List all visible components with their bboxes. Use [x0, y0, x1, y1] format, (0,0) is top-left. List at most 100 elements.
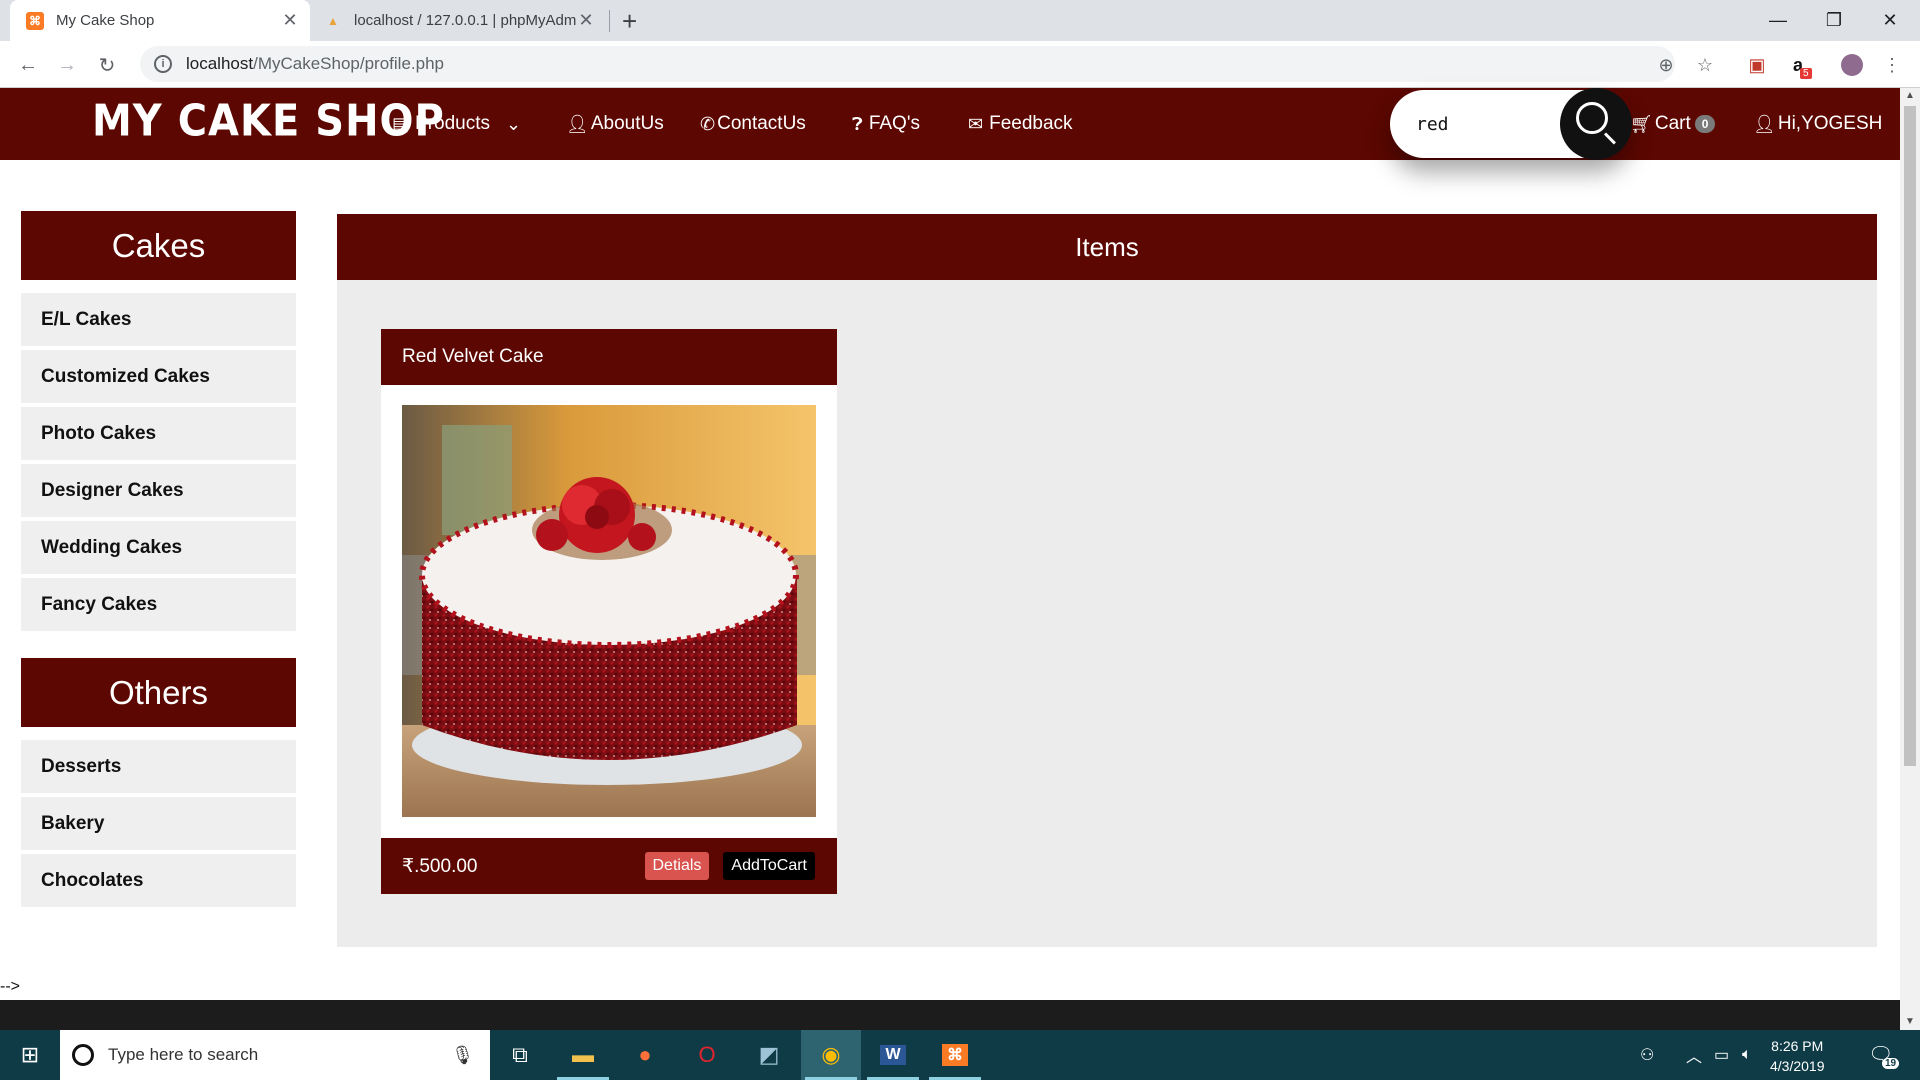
battery-icon[interactable]: ▭ [1714, 1030, 1729, 1080]
url-path: /MyCakeShop/profile.php [253, 54, 444, 73]
search-input[interactable] [1416, 110, 1556, 138]
stray-comment-text: --> [0, 978, 20, 995]
sidebar-item-photo-cakes[interactable]: Photo Cakes [21, 407, 296, 460]
forward-arrow-icon[interactable]: → [53, 51, 81, 79]
details-button[interactable]: Detials [644, 852, 710, 880]
product-card: Red Velvet Cake ₹.500.00 Detials AddToCa… [381, 329, 837, 894]
windows-start-icon[interactable]: ⊞ [0, 1030, 60, 1080]
sidebar-item-fancy-cakes[interactable]: Fancy Cakes [21, 578, 296, 631]
site-info-icon[interactable]: i [154, 55, 172, 73]
items-heading: Items [337, 214, 1877, 280]
profile-avatar[interactable] [1840, 53, 1864, 77]
tray-chevron-up-icon[interactable]: ︿ [1686, 1030, 1702, 1080]
zoom-icon[interactable]: ⊕ [1654, 53, 1678, 77]
address-bar[interactable]: i localhost/MyCakeShop/profile.php [140, 46, 1675, 82]
sidebar-item-wedding-cakes[interactable]: Wedding Cakes [21, 521, 296, 574]
menu-kebab-icon[interactable]: ⋮ [1880, 53, 1904, 77]
url-host: localhost [186, 54, 254, 73]
product-footer: ₹.500.00 Detials AddToCart [381, 838, 837, 894]
tab-title: localhost / 127.0.0.1 | phpMyAdm [354, 12, 576, 29]
phpmyadmin-favicon-icon: ▲ [327, 13, 339, 28]
word-icon[interactable]: W [863, 1030, 923, 1080]
restore-icon[interactable]: ❐ [1806, 0, 1862, 41]
notification-count-badge: 19 [1882, 1058, 1900, 1069]
phone-icon: ✆ [700, 113, 716, 134]
opera-icon[interactable]: O [677, 1030, 737, 1080]
page-scrollbar[interactable]: ▲ ▼ [1900, 88, 1920, 1030]
tab-close-icon[interactable]: ✕ [280, 10, 300, 31]
clock-time: 8:26 PM [1771, 1038, 1824, 1054]
xampp-favicon-icon: ⌘ [26, 11, 44, 30]
search-button[interactable] [1560, 88, 1632, 160]
user-icon: 👤︎ [1753, 113, 1776, 134]
nav-faq[interactable]: ❓︎ FAQ's [852, 113, 920, 135]
sidebar-item-customized-cakes[interactable]: Customized Cakes [21, 350, 296, 403]
scroll-thumb[interactable] [1904, 106, 1916, 766]
cart-icon: 🛒︎ [1630, 113, 1653, 134]
new-tab-icon[interactable]: + [622, 6, 637, 37]
sidebar-item-chocolates[interactable]: Chocolates [21, 854, 296, 907]
user-greeting: Hi,YOGESH [1777, 113, 1883, 134]
cortana-icon [72, 1044, 94, 1066]
clock-date: 4/3/2019 [1770, 1058, 1825, 1074]
file-explorer-icon[interactable]: ▬ [553, 1030, 613, 1080]
notepad-icon[interactable]: ◩ [739, 1030, 799, 1080]
site-header: MY CAKE SHOP ▤ Products ⌄ 👤︎ AboutUs ✆ C… [0, 88, 1900, 160]
nav-user[interactable]: 👤︎ Hi,YOGESH [1753, 113, 1882, 135]
nav-contact[interactable]: ✆ ContactUs [700, 113, 806, 135]
microphone-icon[interactable]: 🎙︎ [451, 1045, 474, 1066]
xampp-icon[interactable]: ⌘ [925, 1030, 985, 1080]
sidebar-item-el-cakes[interactable]: E/L Cakes [21, 293, 296, 346]
browser-toolbar: ← → ↻ i localhost/MyCakeShop/profile.php… [0, 41, 1920, 88]
product-image[interactable] [402, 405, 816, 817]
add-to-cart-button[interactable]: AddToCart [723, 852, 815, 880]
tab-title: My Cake Shop [56, 12, 155, 29]
people-icon[interactable]: ⚇ [1640, 1030, 1654, 1080]
nav-cart[interactable]: 🛒︎ Cart 0 [1630, 113, 1716, 135]
product-price: ₹.500.00 [402, 855, 478, 877]
nav-faq-label: FAQ's [868, 113, 920, 134]
bookmark-star-icon[interactable]: ☆ [1693, 53, 1717, 77]
tab-divider [609, 10, 610, 32]
nav-about[interactable]: 👤︎ AboutUs [566, 113, 664, 135]
items-panel: Items Red Velvet Cake ₹.500.00 Detials A… [337, 214, 1877, 947]
scroll-up-icon[interactable]: ▲ [1905, 90, 1915, 101]
nav-feedback-label: Feedback [989, 113, 1073, 134]
red-velvet-cake-image [402, 405, 816, 817]
minimize-icon[interactable]: — [1750, 0, 1806, 41]
sidebar-item-bakery[interactable]: Bakery [21, 797, 296, 850]
cakes-heading: Cakes [21, 211, 296, 280]
question-circle-icon: ❓︎ [852, 113, 863, 134]
nav-feedback[interactable]: ✉ Feedback [968, 113, 1073, 135]
chrome-icon[interactable]: ◉ [801, 1030, 861, 1080]
category-sidebar: Cakes E/L Cakes Customized Cakes Photo C… [21, 211, 296, 911]
back-arrow-icon[interactable]: ← [14, 51, 42, 79]
reload-icon[interactable]: ↻ [93, 51, 121, 79]
nav-about-label: AboutUs [590, 113, 664, 134]
nav-cart-label: Cart [1654, 113, 1691, 134]
search-icon [1576, 102, 1608, 134]
window-close-icon[interactable]: ✕ [1862, 0, 1918, 41]
tab-close-icon[interactable]: ✕ [576, 10, 596, 31]
firefox-icon[interactable]: ● [615, 1030, 675, 1080]
taskbar-search-placeholder: Type here to search [108, 1045, 259, 1064]
user-icon: 👤︎ [566, 113, 589, 134]
nav-products[interactable]: ▤ Products ⌄ [392, 113, 521, 135]
tab-phpmyadmin[interactable]: ▲ localhost / 127.0.0.1 | phpMyAdm ✕ [316, 0, 606, 41]
taskbar-search[interactable]: Type here to search 🎙︎ [60, 1030, 490, 1080]
task-view-icon[interactable]: ⧉ [490, 1030, 550, 1080]
volume-icon[interactable]: 🔈︎ [1742, 1030, 1752, 1080]
cart-count-badge: 0 [1694, 115, 1716, 133]
tab-my-cake-shop[interactable]: ⌘ My Cake Shop ✕ [10, 0, 310, 41]
nav-products-label: Products [415, 113, 490, 134]
taskbar-clock[interactable]: 8:26 PM 4/3/2019 [1770, 1036, 1825, 1076]
envelope-icon: ✉ [968, 113, 984, 134]
windows-taskbar: ⊞ Type here to search 🎙︎ ⧉ ▬ ● O ◩ ◉ W ⌘… [0, 1030, 1920, 1080]
pocket-extension-icon[interactable]: ▣ [1745, 53, 1769, 77]
footer-strip [0, 1000, 1900, 1030]
chevron-down-icon: ⌄ [506, 113, 522, 134]
sidebar-item-designer-cakes[interactable]: Designer Cakes [21, 464, 296, 517]
product-name[interactable]: Red Velvet Cake [381, 329, 837, 385]
scroll-down-icon[interactable]: ▼ [1905, 1016, 1915, 1027]
sidebar-item-desserts[interactable]: Desserts [21, 740, 296, 793]
